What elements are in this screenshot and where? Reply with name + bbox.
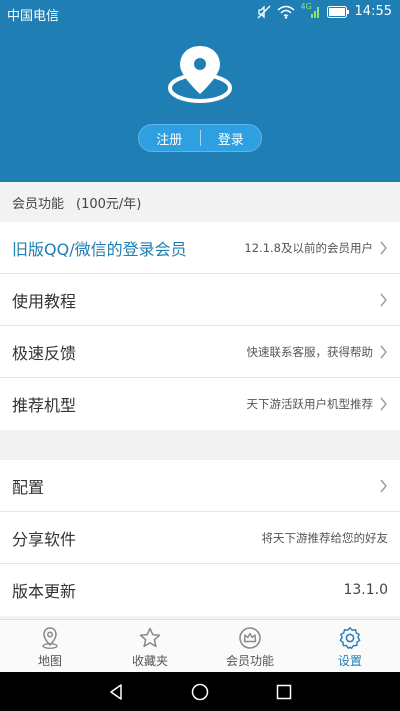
- register-button[interactable]: 注册: [139, 125, 200, 151]
- signal-icon: 4G: [301, 2, 321, 19]
- list-item-label: 配置: [12, 477, 45, 497]
- gear-icon: [339, 627, 361, 649]
- list-item-legacy-member[interactable]: 旧版QQ/微信的登录会员 12.1.8及以前的会员用户: [0, 222, 400, 274]
- member-section-title: 会员功能 (100元/年): [0, 182, 400, 222]
- list-item-config[interactable]: 配置: [0, 460, 400, 512]
- mute-icon: [257, 4, 270, 19]
- chevron-right-icon: [380, 293, 387, 307]
- tab-label: 收藏夹: [131, 654, 168, 668]
- list-item-label: 极速反馈: [12, 343, 77, 363]
- system-nav-bar: [0, 672, 400, 711]
- status-bar: 中国电信 4G 14:55: [0, 0, 400, 26]
- auth-buttons: 注册 登录: [138, 124, 262, 152]
- location-logo-icon: [168, 46, 232, 103]
- tab-settings[interactable]: 设置: [300, 620, 400, 672]
- list-item-share[interactable]: 分享软件 将天下游推荐给您的好友: [0, 512, 400, 564]
- tab-map[interactable]: 地图: [0, 620, 100, 672]
- version-number: 13.1.0: [343, 582, 388, 598]
- tab-label: 设置: [337, 654, 362, 668]
- status-icons: 4G 14:55: [257, 2, 392, 19]
- carrier-name: 中国电信: [7, 9, 60, 24]
- chevron-right-icon: [380, 397, 387, 411]
- list-item-version-update[interactable]: 版本更新 13.1.0: [0, 564, 400, 616]
- crown-icon: [239, 627, 261, 649]
- back-icon[interactable]: [107, 683, 125, 701]
- list-item-desc: 快速联系客服，获得帮助: [246, 345, 374, 359]
- member-section-label: 会员功能: [12, 196, 65, 212]
- section-gap: [0, 430, 400, 460]
- settings-list: 配置 分享软件 将天下游推荐给您的好友 版本更新 13.1.0: [0, 460, 400, 616]
- list-item-recommended-devices[interactable]: 推荐机型 天下游活跃用户机型推荐: [0, 378, 400, 430]
- recents-icon[interactable]: [275, 683, 293, 701]
- login-button[interactable]: 登录: [201, 125, 262, 151]
- tab-favorites[interactable]: 收藏夹: [100, 620, 200, 672]
- list-item-label: 推荐机型: [12, 396, 77, 415]
- tab-membership[interactable]: 会员功能: [200, 620, 300, 672]
- member-list: 旧版QQ/微信的登录会员 12.1.8及以前的会员用户 使用教程 极速反馈 快速…: [0, 222, 400, 430]
- member-section-price: (100元/年): [76, 196, 142, 212]
- map-pin-icon: [42, 627, 58, 649]
- clock: 14:55: [354, 4, 392, 19]
- star-icon: [139, 627, 161, 648]
- list-item-desc: 天下游活跃用户机型推荐: [246, 397, 374, 411]
- home-icon[interactable]: [191, 683, 209, 701]
- list-item-label: 分享软件: [12, 529, 77, 549]
- profile-header: 中国电信 4G 14:55 注册 登录: [0, 0, 400, 182]
- list-item-tutorial[interactable]: 使用教程: [0, 274, 400, 326]
- bottom-tab-bar: 地图 收藏夹 会员功能 设置: [0, 619, 400, 672]
- list-item-label: 旧版QQ/微信的登录会员: [12, 239, 187, 259]
- chevron-right-icon: [380, 241, 387, 255]
- tab-label: 地图: [37, 654, 62, 668]
- list-item-feedback[interactable]: 极速反馈 快速联系客服，获得帮助: [0, 326, 400, 378]
- wifi-icon: [277, 5, 295, 19]
- chevron-right-icon: [380, 345, 387, 359]
- chevron-right-icon: [380, 479, 387, 493]
- tab-label: 会员功能: [225, 654, 274, 668]
- battery-icon: [326, 5, 349, 18]
- list-item-label: 使用教程: [12, 291, 77, 311]
- list-item-label: 版本更新: [12, 582, 77, 601]
- list-item-desc: 将天下游推荐给您的好友: [261, 531, 389, 545]
- list-item-desc: 12.1.8及以前的会员用户: [244, 241, 373, 255]
